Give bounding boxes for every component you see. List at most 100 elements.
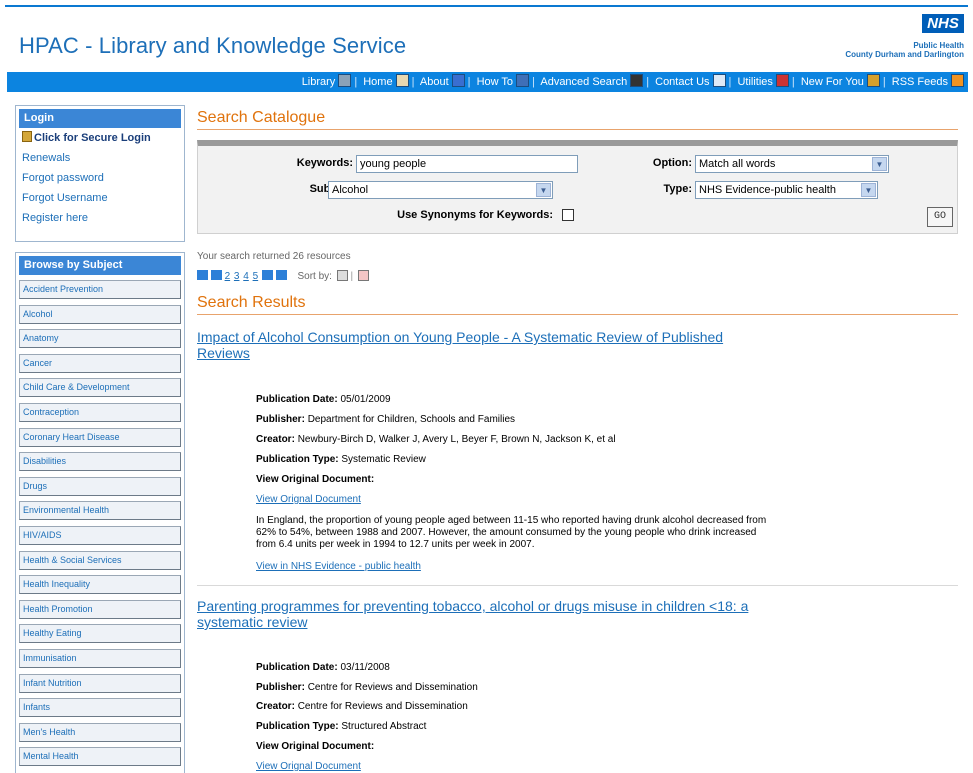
top-border: [5, 5, 968, 7]
view-original-document-link[interactable]: View Orignal Document: [256, 494, 361, 505]
lock-icon: [22, 131, 32, 142]
subject-infant-nutrition[interactable]: Infant Nutrition: [19, 673, 181, 693]
result-abstract: In England, the proportion of young peop…: [256, 515, 767, 550]
previous-page-icon[interactable]: [210, 270, 222, 280]
binoculars-icon[interactable]: [630, 74, 644, 87]
subject-health-social-services[interactable]: Health & Social Services: [19, 550, 181, 570]
chevron-down-icon[interactable]: ▼: [861, 183, 876, 197]
subject-anatomy[interactable]: Anatomy: [19, 329, 181, 349]
result-publication-type: Publication Type: Structured Abstract: [256, 721, 427, 732]
nav-home[interactable]: Home: [363, 74, 409, 88]
last-page-icon[interactable]: [275, 270, 287, 280]
subject-health-promotion[interactable]: Health Promotion: [19, 599, 181, 619]
nav-new-for-you[interactable]: New For You: [801, 74, 880, 88]
synonyms-checkbox[interactable]: [562, 209, 574, 221]
result-view-label: View Original Document:: [256, 741, 375, 752]
renewals-link[interactable]: Renewals: [22, 148, 184, 168]
subject-infants[interactable]: Infants: [19, 698, 181, 718]
result-publication-type: Publication Type: Systematic Review: [256, 454, 426, 465]
new-icon[interactable]: [866, 74, 880, 87]
subject-contraception[interactable]: Contraception: [19, 402, 181, 422]
home-icon[interactable]: [395, 74, 409, 87]
nav-how-to[interactable]: How To: [477, 74, 530, 88]
browse-heading: Browse by Subject: [19, 256, 181, 275]
result-view-label: View Original Document:: [256, 474, 375, 485]
tools-icon[interactable]: [775, 74, 789, 87]
sort-date-icon[interactable]: [357, 270, 369, 281]
secure-login-link[interactable]: Click for Secure Login: [22, 129, 184, 148]
result-creator: Creator: Centre for Reviews and Dissemin…: [256, 701, 468, 712]
sort-alphabetical-icon[interactable]: [336, 270, 348, 281]
search-catalogue-rule: [197, 129, 958, 130]
result-title-link[interactable]: Impact of Alcohol Consumption on Young P…: [197, 329, 757, 361]
nav-about[interactable]: About: [420, 74, 465, 88]
subject-healthy-eating[interactable]: Healthy Eating: [19, 624, 181, 644]
result-count: Your search returned 26 resources: [197, 251, 351, 262]
subject-accident-prevention[interactable]: Accident Prevention: [19, 280, 181, 299]
result-publication-date: Publication Date: 03/11/2008: [256, 662, 390, 673]
nav-contact-us[interactable]: Contact Us: [655, 74, 726, 88]
result-title-link[interactable]: Parenting programmes for preventing toba…: [197, 598, 757, 630]
nav-advanced-search[interactable]: Advanced Search: [540, 74, 644, 88]
page-link-4[interactable]: 4: [243, 271, 249, 282]
search-results-rule: [197, 314, 958, 315]
search-catalogue-title: Search Catalogue: [197, 109, 326, 126]
subject-disabilities[interactable]: Disabilities: [19, 452, 181, 472]
forgot-username-link[interactable]: Forgot Username: [22, 188, 184, 208]
view-in-nhs-evidence-link[interactable]: View in NHS Evidence - public health: [256, 561, 421, 572]
library-icon[interactable]: [338, 74, 352, 87]
type-select[interactable]: NHS Evidence-public health ▼: [695, 181, 878, 199]
subject-drugs[interactable]: Drugs: [19, 476, 181, 496]
page-link-5[interactable]: 5: [253, 271, 259, 282]
site-title: HPAC - Library and Knowledge Service: [19, 33, 407, 58]
mail-icon[interactable]: [712, 74, 726, 87]
keywords-label: Keywords:: [296, 157, 353, 169]
top-navigation: Library | Home | About | How To | Advanced S…: [7, 72, 968, 92]
go-button[interactable]: GO: [927, 207, 953, 227]
organisation-name: Public Health County Durham and Darlingt…: [845, 41, 964, 59]
result-divider: [197, 585, 958, 586]
search-form: Keywords: young people Subject: Alcohol …: [197, 140, 958, 234]
nhs-logo: NHS: [922, 14, 964, 33]
view-original-document-link[interactable]: View Orignal Document: [256, 761, 361, 772]
subject-environmental-health[interactable]: Environmental Health: [19, 501, 181, 521]
nav-library[interactable]: Library: [302, 74, 352, 88]
next-page-icon[interactable]: [261, 270, 273, 280]
first-page-icon[interactable]: [197, 270, 208, 280]
result-creator: Creator: Newbury-Birch D, Walker J, Aver…: [256, 434, 616, 445]
subject-mental-health[interactable]: Mental Health: [19, 747, 181, 767]
search-results-title: Search Results: [197, 294, 306, 311]
rss-icon[interactable]: [951, 74, 964, 87]
result-publisher: Publisher: Department for Children, Scho…: [256, 414, 516, 425]
chevron-down-icon[interactable]: ▼: [536, 183, 551, 197]
result-publisher: Publisher: Centre for Reviews and Dissem…: [256, 682, 478, 693]
info-icon[interactable]: [451, 74, 465, 87]
subject-list: Accident Prevention Alcohol Anatomy Canc…: [16, 275, 184, 767]
synonyms-label: Use Synonyms for Keywords:: [397, 209, 553, 221]
nav-utilities[interactable]: Utilities: [737, 74, 789, 88]
subject-health-inequality[interactable]: Health Inequality: [19, 575, 181, 595]
option-select[interactable]: Match all words ▼: [695, 155, 889, 173]
type-label: Type:: [663, 183, 692, 195]
chevron-down-icon[interactable]: ▼: [872, 157, 887, 171]
login-heading: Login: [19, 109, 181, 128]
subject-select[interactable]: Alcohol ▼: [328, 181, 553, 199]
register-link[interactable]: Register here: [22, 208, 184, 228]
pagination: 2 3 4 5 Sort by: |: [197, 270, 369, 282]
subject-immunisation[interactable]: Immunisation: [19, 648, 181, 668]
option-label: Option:: [652, 157, 692, 169]
subject-alcohol[interactable]: Alcohol: [19, 304, 181, 324]
subject-child-care[interactable]: Child Care & Development: [19, 378, 181, 398]
subject-mens-health[interactable]: Men's Health: [19, 722, 181, 742]
help-icon[interactable]: [516, 74, 530, 87]
keywords-input[interactable]: young people: [356, 155, 578, 173]
subject-cancer[interactable]: Cancer: [19, 353, 181, 373]
forgot-password-link[interactable]: Forgot password: [22, 168, 184, 188]
browse-by-subject-panel: Browse by Subject Accident Prevention Al…: [15, 252, 185, 773]
subject-coronary-heart-disease[interactable]: Coronary Heart Disease: [19, 427, 181, 447]
page-link-3[interactable]: 3: [234, 271, 240, 282]
subject-hiv-aids[interactable]: HIV/AIDS: [19, 525, 181, 545]
nav-rss-feeds[interactable]: RSS Feeds: [892, 74, 964, 88]
page-link-2[interactable]: 2: [225, 271, 231, 282]
login-panel: Login Click for Secure Login Renewals Fo…: [15, 105, 185, 242]
